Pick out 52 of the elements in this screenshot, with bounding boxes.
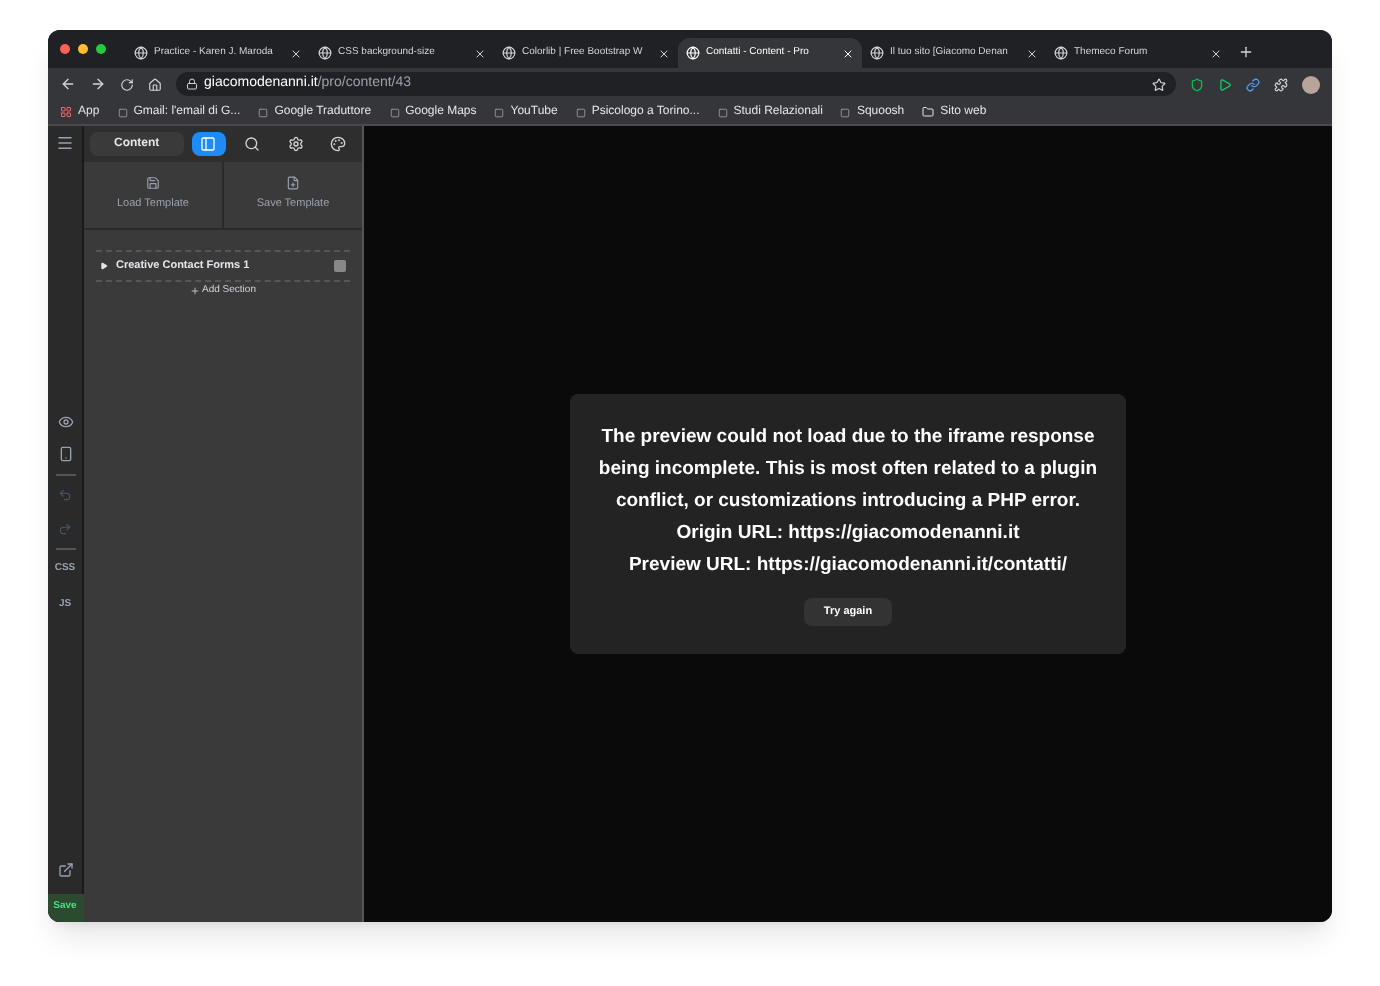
favicon-icon	[575, 107, 586, 117]
menu-icon[interactable]	[56, 134, 74, 152]
favicon-icon	[870, 46, 884, 60]
lock-icon	[186, 78, 198, 90]
close-tab-icon[interactable]	[290, 47, 302, 59]
error-message: The preview could not load due to the iframe response being incomplete. This is most often related to a plugin conflict, or customizations introducing a PHP error.	[598, 424, 1098, 516]
profile-avatar[interactable]	[1302, 75, 1320, 93]
favicon-icon	[686, 46, 700, 60]
link-extension-icon[interactable]	[1246, 77, 1260, 91]
reload-icon[interactable]	[120, 77, 134, 91]
favicon-icon	[840, 107, 851, 117]
bookmark-star-icon[interactable]	[1152, 77, 1166, 91]
favicon-icon	[134, 46, 148, 60]
favicon-icon	[258, 107, 269, 117]
favicon-icon	[717, 107, 728, 117]
preview-icon[interactable]	[57, 414, 73, 430]
expand-triangle-icon	[100, 262, 108, 270]
extension-shield-icon[interactable]	[1190, 77, 1204, 91]
close-tab-icon[interactable]	[1026, 47, 1038, 59]
favicon-icon	[117, 107, 128, 117]
settings-icon	[287, 136, 304, 152]
layout-tab[interactable]	[191, 132, 227, 156]
origin-url: Origin URL: https://giacomodenanni.it	[676, 520, 1020, 548]
forward-icon[interactable]	[90, 76, 106, 92]
new-tab-icon[interactable]	[1238, 44, 1254, 60]
phone-icon[interactable]	[57, 446, 73, 462]
plus-icon	[190, 286, 201, 297]
favicon-icon	[389, 107, 400, 117]
file-plus-icon	[286, 176, 300, 191]
preview-url: Preview URL: https://giacomodenanni.it/contatti/	[628, 552, 1068, 580]
back-icon[interactable]	[60, 76, 76, 92]
minimize-light-icon	[78, 44, 88, 54]
close-light-icon	[60, 44, 70, 54]
zoom-light-icon	[96, 44, 106, 54]
home-icon[interactable]	[148, 77, 162, 91]
search-icon	[244, 136, 261, 152]
save-icon	[146, 176, 160, 191]
favicon-icon	[494, 107, 505, 117]
element-badge-icon	[334, 260, 346, 272]
external-link-icon[interactable]	[57, 862, 73, 878]
close-tab-icon[interactable]	[1210, 47, 1222, 59]
favicon-icon	[502, 46, 516, 60]
close-tab-icon[interactable]	[474, 47, 486, 59]
close-tab-icon[interactable]	[658, 47, 670, 59]
extensions-icon[interactable]	[1274, 77, 1288, 91]
palette-icon	[330, 136, 347, 152]
favicon-icon	[318, 46, 332, 60]
extension-icon[interactable]	[1218, 77, 1232, 91]
folder-icon	[922, 106, 935, 118]
apps-grid-icon	[60, 106, 72, 118]
favicon-icon	[1054, 46, 1068, 60]
layout-icon	[200, 136, 217, 152]
